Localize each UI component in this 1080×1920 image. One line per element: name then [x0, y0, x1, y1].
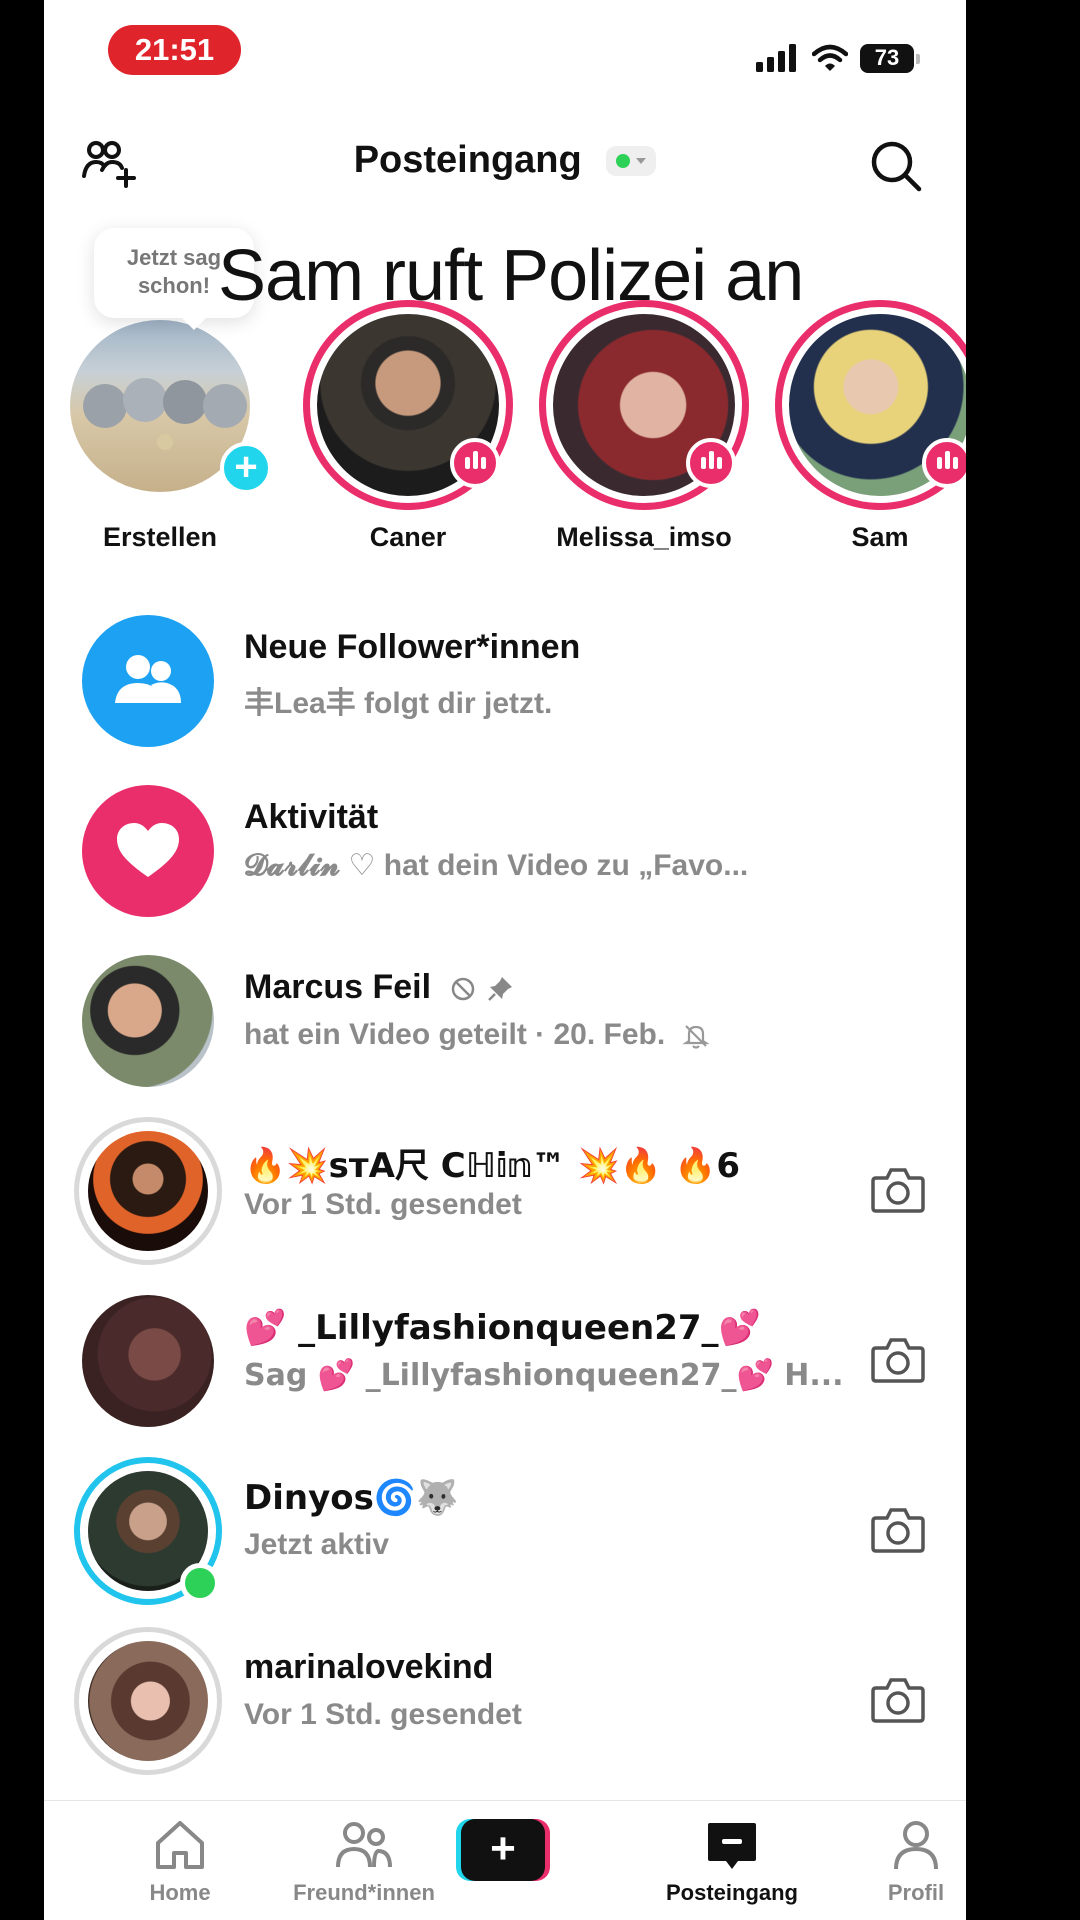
phone-screen: 21:51 73 Posteingang + Erstellen Jetzt s… — [44, 0, 966, 1920]
inbox-row-activity[interactable]: Aktivität 𝓓𝓪𝓻𝓵𝓲𝓷 ♡ hat dein Video zu „Fa… — [44, 760, 966, 930]
avatar — [82, 955, 214, 1087]
tab-inbox[interactable]: Posteingang — [642, 1819, 822, 1906]
row-title: Aktivität — [244, 798, 379, 836]
camera-icon[interactable] — [870, 1504, 926, 1556]
avatar — [88, 1641, 208, 1761]
online-dot-icon — [180, 1563, 220, 1603]
tab-friends[interactable]: Freund*innen — [274, 1819, 454, 1906]
row-subtitle-text: hat ein Video geteilt · 20. Feb. — [244, 1018, 666, 1051]
tab-label: Freund*innen — [293, 1880, 435, 1905]
tab-label: Posteingang — [665, 1880, 798, 1905]
story-name: Sam — [851, 522, 909, 552]
inbox-row-new-followers[interactable]: Neue Follower*innen 丰Lea丰 folgt dir jetz… — [44, 590, 966, 760]
online-status-toggle[interactable] — [606, 145, 657, 176]
row-subtitle: 𝓓𝓪𝓻𝓵𝓲𝓷 ♡ hat dein Video zu „Favo... — [244, 849, 749, 882]
row-title: 💕 _Lillyfashionqueen27_💕 — [244, 1308, 761, 1348]
search-button[interactable] — [868, 138, 924, 194]
tab-label: Profil — [887, 1880, 945, 1905]
muted-icon — [451, 977, 474, 1001]
inbox-row-starchin[interactable]: 🔥💥ѕтΑ尺 Cℍ𝕚𝕟™ 💥🔥 🔥6 Vor 1 Std. gesendet — [44, 1100, 966, 1270]
story-name: Erstellen — [102, 522, 218, 552]
row-subtitle: 丰Lea丰 folgt dir jetzt. — [244, 687, 553, 720]
page-title: Posteingang — [44, 138, 966, 182]
plus-icon: + — [461, 1819, 545, 1881]
friends-icon — [336, 1822, 392, 1868]
inbox-row-marcus[interactable]: Marcus Feil hat ein Video geteilt · 20. … — [44, 930, 966, 1100]
inbox-icon — [708, 1823, 756, 1869]
inbox-row-marina[interactable]: marinalovekind Vor 1 Std. gesendet — [44, 1610, 966, 1780]
tab-bar: Home Freund*innen + Posteingang Profil — [44, 1800, 966, 1920]
search-icon — [871, 141, 922, 192]
status-icons: 73 — [756, 38, 920, 78]
tab-home[interactable]: Home — [90, 1819, 270, 1906]
row-title-text: Marcus Feil — [244, 968, 432, 1006]
signal-icon — [756, 44, 796, 72]
tab-profile[interactable]: Profil — [826, 1819, 966, 1906]
camera-icon[interactable] — [870, 1164, 926, 1216]
battery-indicator: 73 — [860, 43, 920, 73]
row-subtitle: Jetzt aktiv — [244, 1528, 390, 1561]
row-subtitle: Vor 1 Std. gesendet — [244, 1188, 522, 1221]
pin-icon — [488, 977, 512, 1001]
status-time: 21:51 — [108, 25, 241, 75]
wifi-icon — [812, 44, 848, 71]
row-subtitle: hat ein Video geteilt · 20. Feb. — [244, 1018, 710, 1052]
camera-icon[interactable] — [870, 1334, 926, 1386]
followers-icon — [82, 615, 214, 747]
row-subtitle: Sag 💕 _Lillyfashionqueen27_💕 H... — [244, 1358, 844, 1393]
row-subtitle: Vor 1 Std. gesendet — [244, 1698, 522, 1731]
bell-off-icon — [681, 1025, 710, 1049]
story-name: Caner — [369, 522, 447, 552]
create-button[interactable]: + — [456, 1819, 550, 1881]
row-title: Marcus Feil — [244, 968, 514, 1007]
avatar — [82, 1295, 214, 1427]
row-title: Dinyos🌀🐺 — [244, 1478, 459, 1518]
profile-icon — [894, 1821, 938, 1870]
add-story-button[interactable]: + — [220, 442, 272, 494]
online-dot-icon — [616, 153, 631, 168]
video-overlay-caption: Sam ruft Polizei an — [218, 236, 804, 316]
row-title: Neue Follower*innen — [244, 628, 581, 666]
heart-icon — [82, 785, 214, 917]
live-badge-icon — [922, 438, 966, 488]
page-title-text: Posteingang — [353, 139, 582, 182]
home-icon — [156, 1821, 204, 1869]
camera-icon[interactable] — [870, 1674, 926, 1726]
story-name: Melissa_imso — [556, 522, 732, 552]
live-badge-icon — [686, 438, 736, 488]
row-title: 🔥💥ѕтΑ尺 Cℍ𝕚𝕟™ 💥🔥 🔥6 — [244, 1146, 741, 1186]
tab-label: Home — [149, 1880, 211, 1905]
chevron-down-icon — [636, 157, 647, 164]
row-title: marinalovekind — [244, 1648, 494, 1686]
inbox-row-dinyos[interactable]: Dinyos🌀🐺 Jetzt aktiv — [44, 1440, 966, 1610]
live-badge-icon — [450, 438, 500, 488]
avatar — [88, 1131, 208, 1251]
inbox-row-lilly[interactable]: 💕 _Lillyfashionqueen27_💕 Sag 💕 _Lillyfas… — [44, 1270, 966, 1440]
